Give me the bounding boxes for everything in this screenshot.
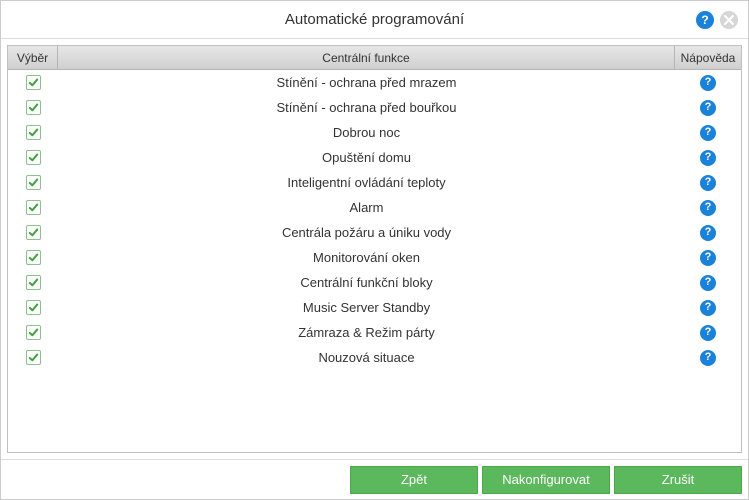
- dialog-body: Výběr Centrální funkce Nápověda Stínění …: [1, 39, 748, 459]
- row-help-cell: ?: [675, 75, 741, 91]
- row-select-cell: [8, 350, 58, 365]
- row-select-cell: [8, 300, 58, 315]
- row-help-icon[interactable]: ?: [700, 300, 716, 316]
- row-function-label: Opuštění domu: [58, 150, 675, 165]
- row-help-cell: ?: [675, 200, 741, 216]
- dialog-footer: Zpět Nakonfigurovat Zrušit: [1, 459, 748, 499]
- row-checkbox[interactable]: [26, 325, 41, 340]
- row-help-cell: ?: [675, 275, 741, 291]
- row-function-label: Zámraza & Režim párty: [58, 325, 675, 340]
- help-icon[interactable]: ?: [696, 11, 714, 29]
- row-help-cell: ?: [675, 325, 741, 341]
- row-function-label: Dobrou noc: [58, 125, 675, 140]
- row-function-label: Centrální funkční bloky: [58, 275, 675, 290]
- row-function-label: Alarm: [58, 200, 675, 215]
- row-help-cell: ?: [675, 250, 741, 266]
- row-select-cell: [8, 75, 58, 90]
- row-select-cell: [8, 125, 58, 140]
- row-checkbox[interactable]: [26, 350, 41, 365]
- row-select-cell: [8, 150, 58, 165]
- row-select-cell: [8, 200, 58, 215]
- row-checkbox[interactable]: [26, 250, 41, 265]
- table-row: Inteligentní ovládání teploty?: [8, 170, 741, 195]
- row-select-cell: [8, 225, 58, 240]
- row-checkbox[interactable]: [26, 100, 41, 115]
- titlebar-right-icons: ?: [696, 11, 738, 29]
- close-icon[interactable]: [720, 11, 738, 29]
- header-function[interactable]: Centrální funkce: [58, 46, 675, 69]
- row-function-label: Stínění - ochrana před mrazem: [58, 75, 675, 90]
- row-function-label: Inteligentní ovládání teploty: [58, 175, 675, 190]
- table-row: Stínění - ochrana před bouřkou?: [8, 95, 741, 120]
- row-help-cell: ?: [675, 125, 741, 141]
- row-help-icon[interactable]: ?: [700, 250, 716, 266]
- row-help-cell: ?: [675, 225, 741, 241]
- row-help-cell: ?: [675, 300, 741, 316]
- row-help-cell: ?: [675, 350, 741, 366]
- row-function-label: Centrála požáru a úniku vody: [58, 225, 675, 240]
- row-function-label: Stínění - ochrana před bouřkou: [58, 100, 675, 115]
- table-row: Dobrou noc?: [8, 120, 741, 145]
- row-checkbox[interactable]: [26, 300, 41, 315]
- table-row: Alarm?: [8, 195, 741, 220]
- row-help-cell: ?: [675, 100, 741, 116]
- row-function-label: Nouzová situace: [58, 350, 675, 365]
- grid-rows: Stínění - ochrana před mrazem?Stínění - …: [8, 70, 741, 452]
- dialog-window: Automatické programování ? Výběr Centrál…: [0, 0, 749, 500]
- back-button[interactable]: Zpět: [350, 466, 478, 494]
- row-select-cell: [8, 175, 58, 190]
- row-help-icon[interactable]: ?: [700, 75, 716, 91]
- table-row: Opuštění domu?: [8, 145, 741, 170]
- row-checkbox[interactable]: [26, 225, 41, 240]
- row-checkbox[interactable]: [26, 200, 41, 215]
- row-function-label: Music Server Standby: [58, 300, 675, 315]
- table-row: Music Server Standby?: [8, 295, 741, 320]
- row-help-cell: ?: [675, 150, 741, 166]
- row-checkbox[interactable]: [26, 275, 41, 290]
- row-help-icon[interactable]: ?: [700, 350, 716, 366]
- table-row: Centrála požáru a úniku vody?: [8, 220, 741, 245]
- row-select-cell: [8, 275, 58, 290]
- grid-header: Výběr Centrální funkce Nápověda: [8, 46, 741, 70]
- row-help-icon[interactable]: ?: [700, 325, 716, 341]
- row-select-cell: [8, 250, 58, 265]
- row-select-cell: [8, 100, 58, 115]
- row-help-icon[interactable]: ?: [700, 175, 716, 191]
- table-row: Monitorování oken?: [8, 245, 741, 270]
- table-row: Zámraza & Režim párty?: [8, 320, 741, 345]
- row-help-icon[interactable]: ?: [700, 275, 716, 291]
- table-row: Nouzová situace?: [8, 345, 741, 370]
- dialog-title: Automatické programování: [285, 11, 464, 28]
- row-help-cell: ?: [675, 175, 741, 191]
- row-help-icon[interactable]: ?: [700, 225, 716, 241]
- row-help-icon[interactable]: ?: [700, 200, 716, 216]
- row-function-label: Monitorování oken: [58, 250, 675, 265]
- header-select[interactable]: Výběr: [8, 46, 58, 69]
- row-select-cell: [8, 325, 58, 340]
- header-help[interactable]: Nápověda: [675, 46, 741, 69]
- row-checkbox[interactable]: [26, 150, 41, 165]
- cancel-button[interactable]: Zrušit: [614, 466, 742, 494]
- configure-button[interactable]: Nakonfigurovat: [482, 466, 610, 494]
- functions-grid: Výběr Centrální funkce Nápověda Stínění …: [7, 45, 742, 453]
- row-help-icon[interactable]: ?: [700, 125, 716, 141]
- titlebar: Automatické programování ?: [1, 1, 748, 39]
- row-help-icon[interactable]: ?: [700, 150, 716, 166]
- table-row: Stínění - ochrana před mrazem?: [8, 70, 741, 95]
- row-checkbox[interactable]: [26, 75, 41, 90]
- row-checkbox[interactable]: [26, 175, 41, 190]
- row-help-icon[interactable]: ?: [700, 100, 716, 116]
- table-row: Centrální funkční bloky?: [8, 270, 741, 295]
- row-checkbox[interactable]: [26, 125, 41, 140]
